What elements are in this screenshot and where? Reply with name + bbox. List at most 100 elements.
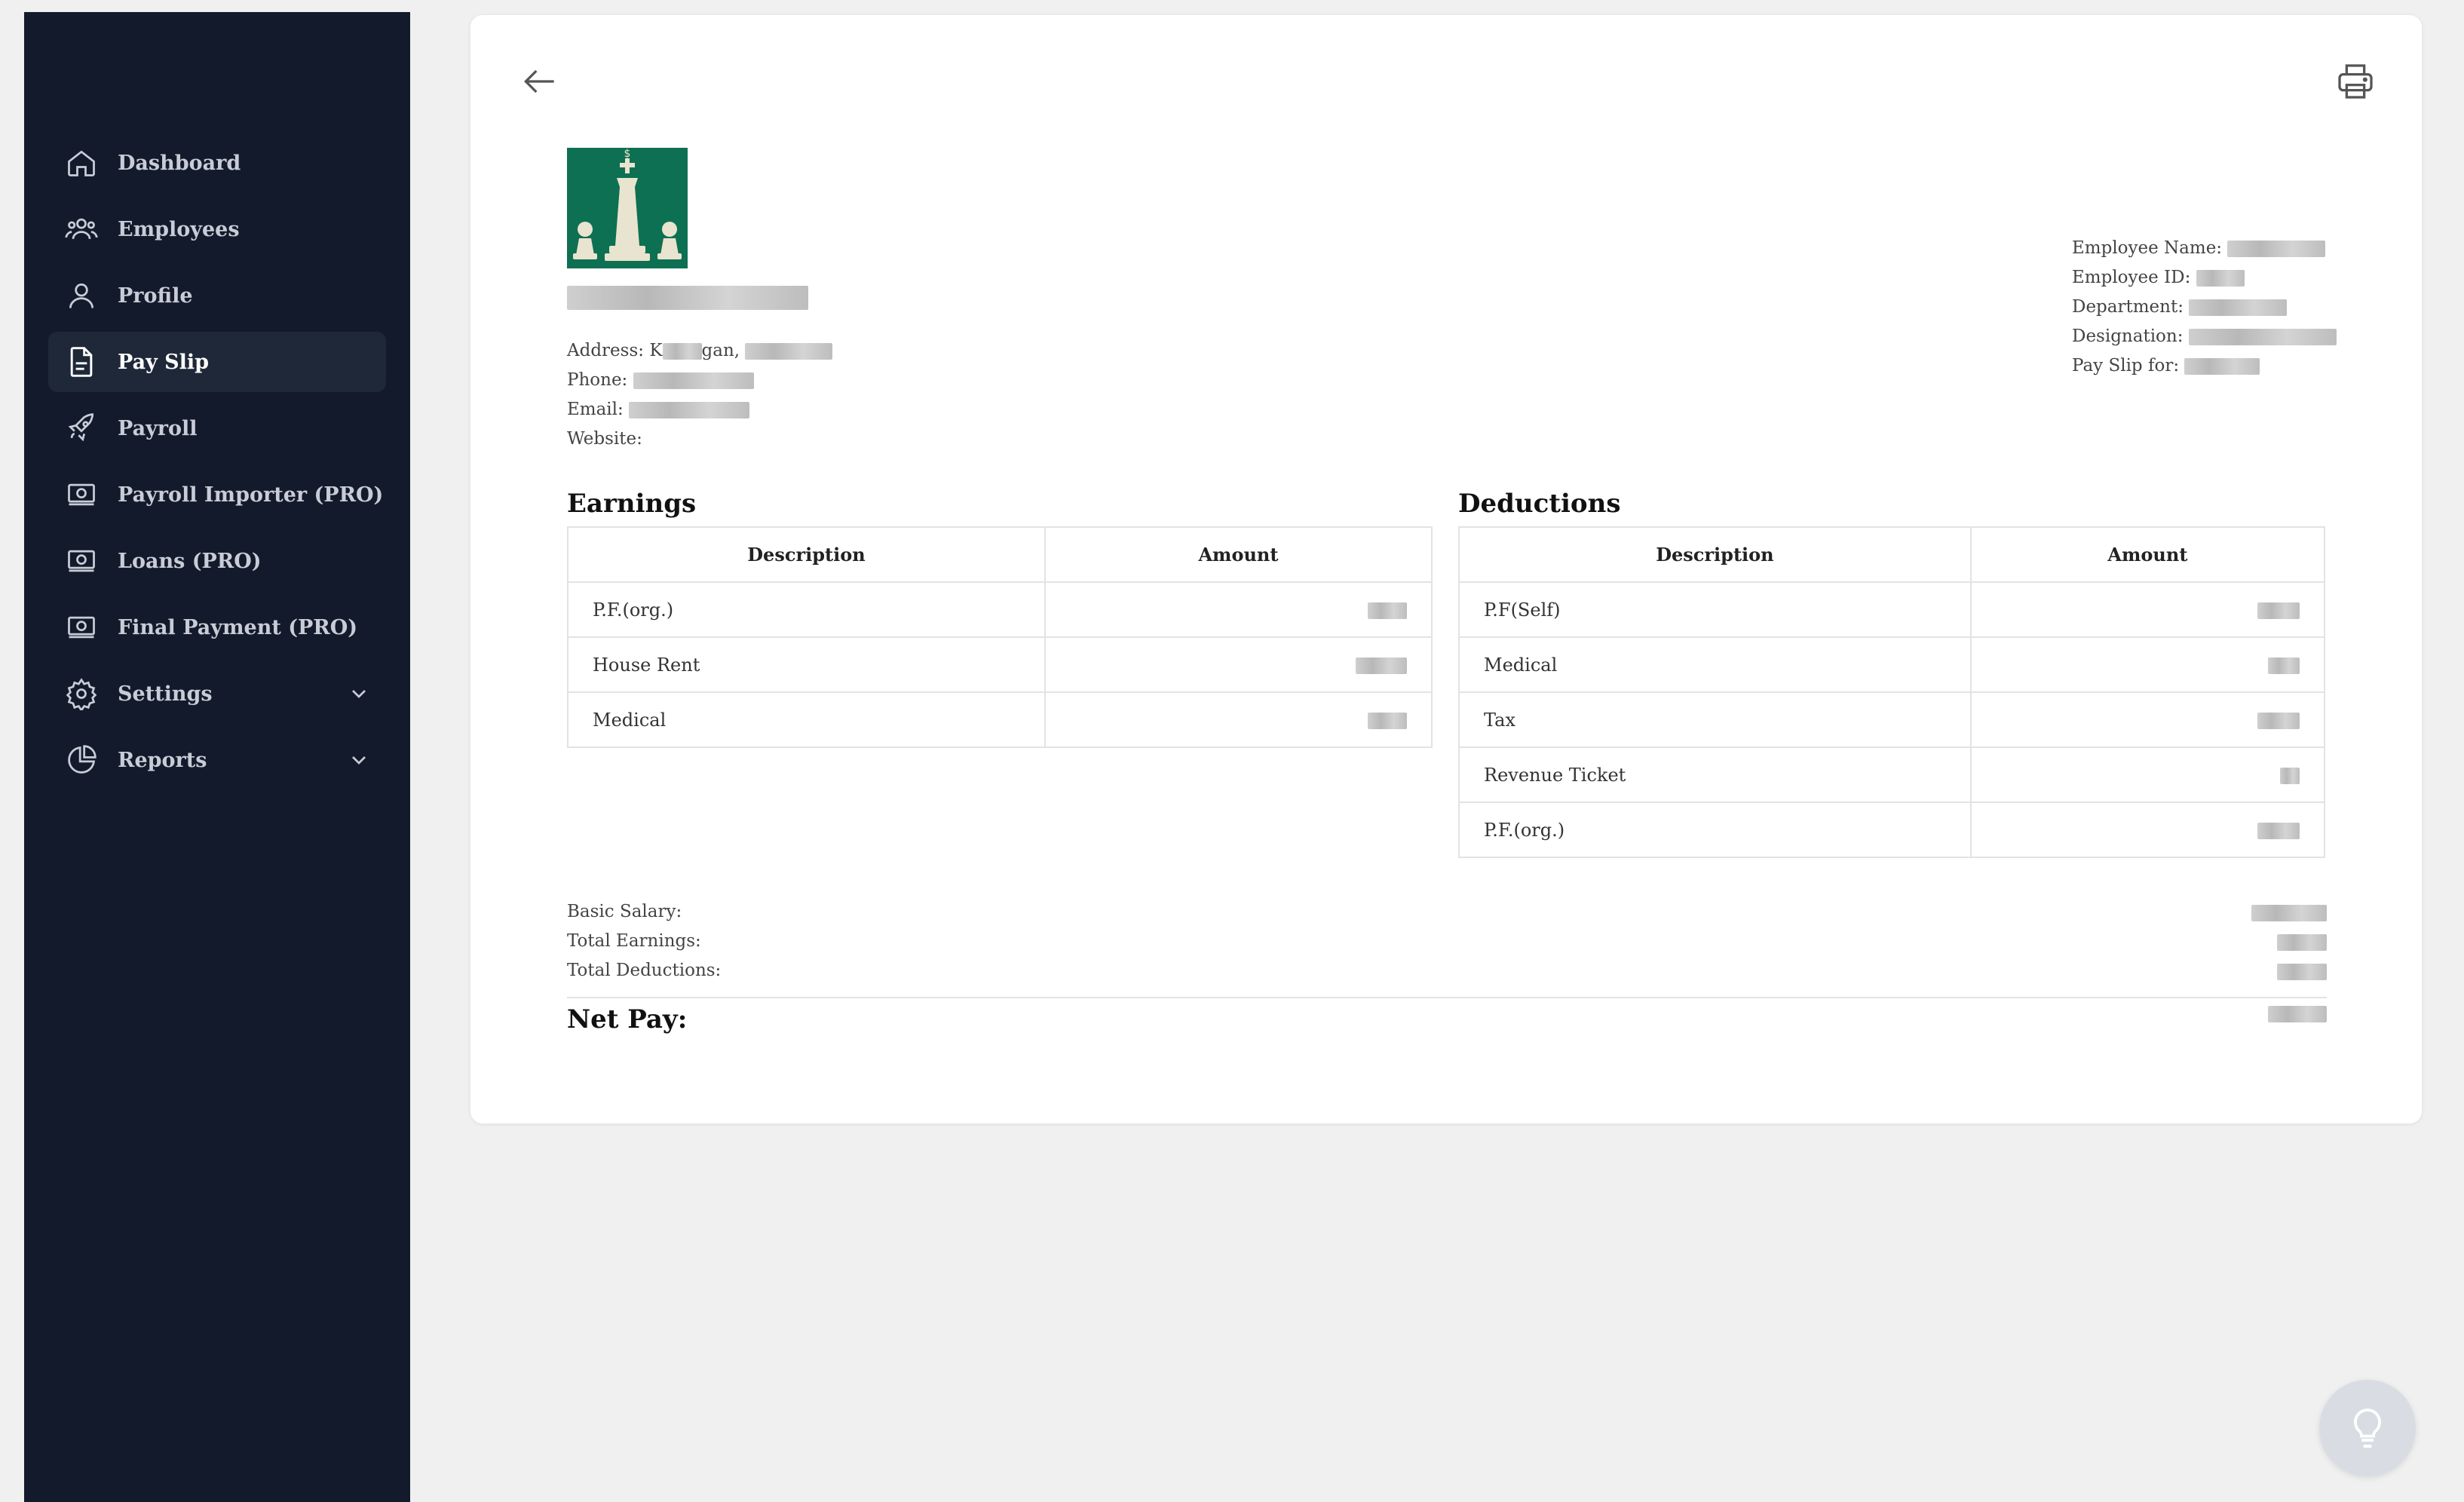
total-earnings-value: [2251, 927, 2327, 956]
divider: [567, 997, 2327, 998]
rocket-icon: [63, 410, 100, 446]
payslip-for-label: Pay Slip for:: [2072, 356, 2180, 376]
cash-icon: [63, 609, 100, 645]
redacted-amount: [1356, 658, 1407, 674]
redacted-text: [662, 343, 702, 360]
users-icon: [63, 211, 100, 247]
deduction-amount: [1969, 746, 2326, 803]
redacted-amount: [2277, 933, 2327, 951]
deductions-table: Description Amount P.F(Self) Medical Tax…: [1458, 526, 2326, 858]
table-row: Revenue Ticket: [1458, 746, 2326, 803]
user-icon: [63, 277, 100, 314]
earning-description: P.F.(org.): [567, 581, 1046, 638]
payslip-for-row: Pay Slip for:: [2072, 351, 2337, 381]
redacted-amount: [1368, 602, 1407, 619]
chevron-down-icon[interactable]: [347, 748, 371, 772]
sidebar-item-final-payment[interactable]: Final Payment (PRO): [48, 597, 386, 658]
column-header-description: Description: [1458, 526, 1972, 583]
deduction-description: Revenue Ticket: [1458, 746, 1972, 803]
help-button[interactable]: [2319, 1380, 2416, 1476]
basic-salary-value: [2251, 897, 2327, 927]
deduction-description: P.F(Self): [1458, 581, 1972, 638]
employee-name-label: Employee Name:: [2072, 238, 2223, 258]
sidebar-item-settings[interactable]: Settings: [48, 664, 386, 724]
employee-id-label: Employee ID:: [2072, 268, 2191, 287]
redacted-amount: [2257, 602, 2300, 619]
redacted-amount: [2257, 823, 2300, 839]
redacted-amount: [2268, 658, 2300, 674]
company-website: Website:: [567, 425, 832, 454]
chevron-down-icon[interactable]: [347, 682, 371, 706]
sidebar-item-label: Reports: [118, 748, 207, 772]
table-header-row: Description Amount: [1458, 526, 2326, 583]
redacted-company-name: [567, 285, 808, 310]
sidebar-item-pay-slip[interactable]: Pay Slip: [48, 332, 386, 392]
column-header-description: Description: [567, 526, 1046, 583]
deduction-amount: [1969, 581, 2326, 638]
totals-values: [2251, 897, 2327, 985]
sidebar-item-profile[interactable]: Profile: [48, 265, 386, 326]
earnings-title: Earnings: [567, 489, 697, 519]
redacted-text: [2184, 358, 2260, 375]
deduction-description: P.F.(org.): [1458, 802, 1972, 858]
sidebar-item-label: Dashboard: [118, 151, 241, 175]
redacted-email: [629, 402, 750, 418]
redacted-amount: [2257, 713, 2300, 729]
redacted-amount: [2280, 768, 2300, 784]
net-pay-value: [2268, 1006, 2327, 1022]
printer-icon[interactable]: [2334, 60, 2377, 103]
sidebar-item-payroll-importer[interactable]: Payroll Importer (PRO): [48, 464, 386, 525]
sidebar-item-employees[interactable]: Employees: [48, 199, 386, 259]
designation-row: Designation:: [2072, 322, 2337, 351]
address-fragment: gan,: [701, 341, 740, 360]
sidebar-item-payroll[interactable]: Payroll: [48, 398, 386, 458]
website-label: Website:: [567, 429, 642, 449]
earning-description: House Rent: [567, 636, 1046, 693]
total-deductions-value: [2251, 956, 2327, 985]
cash-icon: [63, 543, 100, 579]
earning-amount: [1044, 691, 1433, 748]
gear-icon: [63, 676, 100, 712]
deduction-description: Medical: [1458, 636, 1972, 693]
company-phone: Phone:: [567, 366, 832, 395]
company-address: Address: Kgan,: [567, 336, 833, 366]
lightbulb-icon: [2354, 1409, 2381, 1448]
pie-chart-icon: [63, 742, 100, 778]
designation-label: Designation:: [2072, 326, 2184, 346]
sidebar-item-label: Loans (PRO): [118, 549, 262, 573]
sidebar-item-loans[interactable]: Loans (PRO): [48, 531, 386, 591]
redacted-amount: [2277, 963, 2327, 980]
employee-id-row: Employee ID:: [2072, 263, 2337, 293]
cash-icon: [63, 477, 100, 513]
redacted-text: [2196, 270, 2245, 287]
sidebar-item-label: Pay Slip: [118, 350, 210, 374]
deduction-amount: [1969, 802, 2326, 858]
company-info: Address: Kgan, Phone: Email: Website:: [567, 336, 833, 454]
redacted-amount: [2251, 904, 2327, 921]
address-label: Address:: [567, 341, 645, 360]
column-header-amount: Amount: [1969, 526, 2326, 583]
earning-description: Medical: [567, 691, 1046, 748]
sidebar-item-label: Final Payment (PRO): [118, 615, 358, 639]
totals-labels: Basic Salary: Total Earnings: Total Dedu…: [567, 897, 721, 985]
sidebar-item-reports[interactable]: Reports: [48, 730, 386, 790]
deduction-description: Tax: [1458, 691, 1972, 748]
redacted-amount: [2268, 1006, 2327, 1022]
back-arrow-icon[interactable]: [519, 60, 561, 103]
sidebar-item-label: Profile: [118, 284, 193, 308]
employee-info: Employee Name: Employee ID: Department: …: [2072, 234, 2337, 381]
department-label: Department:: [2072, 297, 2184, 317]
sidebar-nav: Dashboard Employees Profile Pay Slip Pay…: [48, 133, 386, 796]
company-email: Email:: [567, 395, 832, 425]
email-label: Email:: [567, 400, 624, 419]
redacted-text: [2189, 299, 2288, 316]
payslip-card: $ Address: Kgan, Phone: Email: Website: …: [470, 15, 2422, 1123]
table-row: Tax: [1458, 691, 2326, 748]
company-logo: $: [567, 148, 688, 268]
table-row: P.F.(org.): [567, 581, 1433, 638]
home-icon: [63, 145, 100, 181]
redacted-text: [2227, 241, 2326, 257]
total-deductions-label: Total Deductions:: [567, 961, 722, 980]
sidebar-item-dashboard[interactable]: Dashboard: [48, 133, 386, 193]
column-header-amount: Amount: [1044, 526, 1433, 583]
